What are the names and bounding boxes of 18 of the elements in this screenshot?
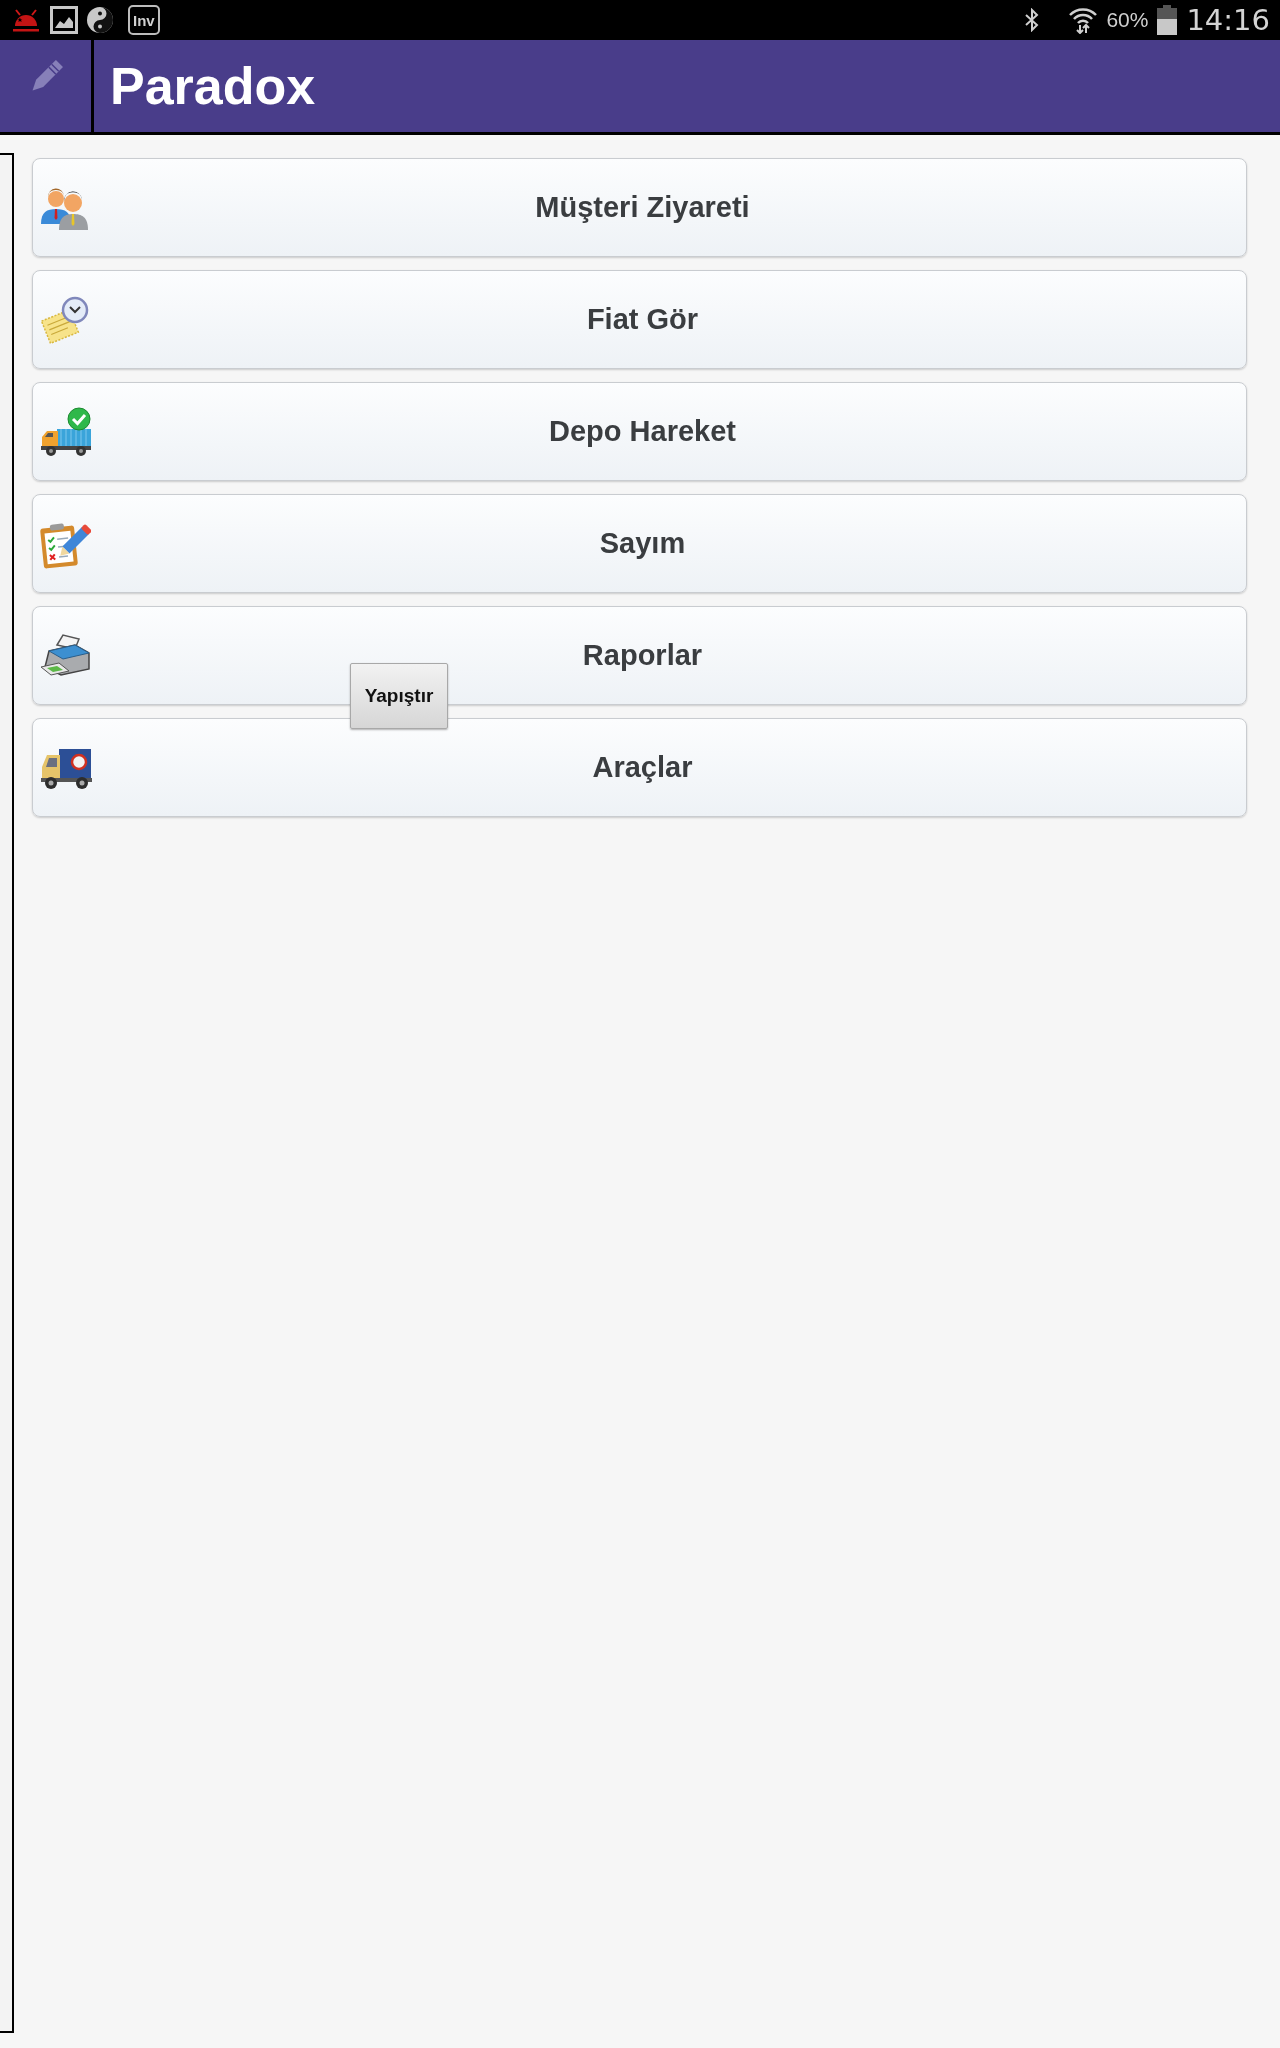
picture-icon — [50, 6, 78, 34]
paste-button[interactable]: Yapıştır — [350, 663, 448, 729]
document-clock-icon — [39, 294, 91, 345]
truck-check-icon — [39, 406, 93, 457]
bluetooth-icon — [1024, 8, 1041, 32]
menu-button[interactable]: Fiat Gör — [32, 270, 1247, 369]
wifi-icon — [1068, 6, 1099, 34]
menu-button[interactable]: Müşteri Ziyareti — [32, 158, 1247, 257]
printer-icon — [39, 632, 93, 679]
menu-button[interactable]: Araçlar — [32, 718, 1247, 817]
menu-button[interactable]: Depo Hareket — [32, 382, 1247, 481]
app-title: Paradox — [109, 56, 316, 117]
battery-icon — [1156, 5, 1179, 35]
battery-percent: 60% — [1106, 8, 1149, 32]
yin-yang-icon — [86, 6, 114, 34]
notification-tile: Inv — [128, 5, 160, 35]
clock-time: 14:16 — [1186, 3, 1270, 37]
menu-button[interactable]: Sayım — [32, 494, 1247, 593]
